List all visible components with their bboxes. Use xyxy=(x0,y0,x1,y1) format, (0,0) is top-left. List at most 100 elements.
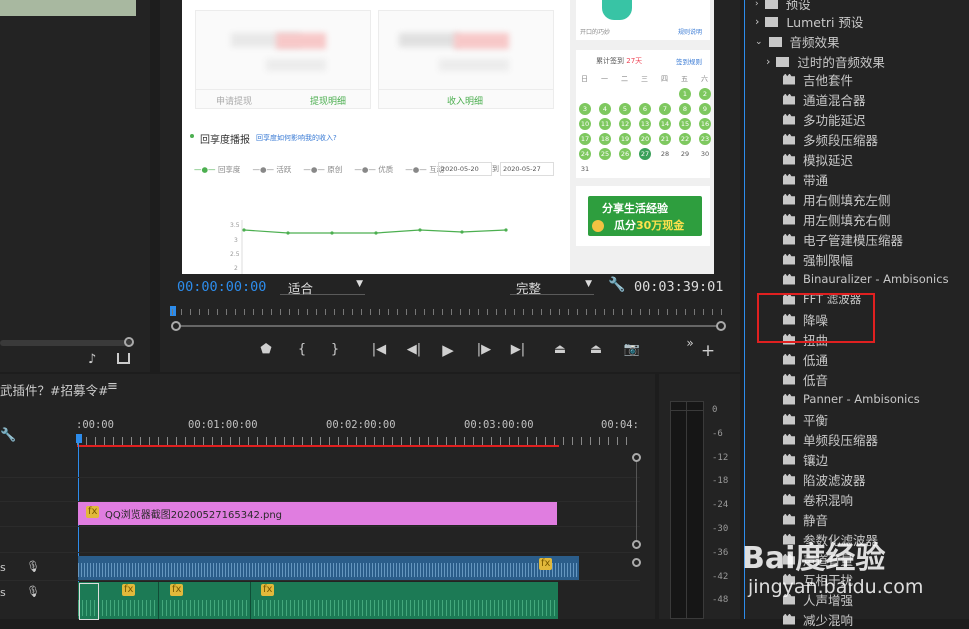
effect-item[interactable]: 陷波滤波器 xyxy=(760,469,866,489)
sequence-tab[interactable]: 武插件？#招募令# xyxy=(0,380,108,399)
play-button[interactable]: ▶ xyxy=(439,341,457,359)
effect-item[interactable]: 减少混响 xyxy=(760,609,853,629)
withdraw-detail-link[interactable]: 提现明细 xyxy=(310,94,346,107)
calendar-day[interactable]: 16 xyxy=(699,118,711,130)
calendar-day[interactable]: 26 xyxy=(619,148,631,160)
calendar-day[interactable]: 11 xyxy=(599,118,611,130)
timeline-playhead[interactable] xyxy=(76,434,82,443)
mark-in-button[interactable]: { xyxy=(293,341,311,359)
folder-audio-effects[interactable]: ⌄ 音频效果 xyxy=(755,32,840,51)
camera-icon[interactable]: 📷 xyxy=(623,341,641,359)
calendar-day[interactable]: 4 xyxy=(599,103,611,115)
effect-item[interactable]: 卷积混响 xyxy=(760,489,853,509)
calendar-day[interactable]: 3 xyxy=(579,103,591,115)
calendar-day[interactable]: 14 xyxy=(659,118,671,130)
add-button[interactable]: + xyxy=(699,342,717,360)
source-scrollbar[interactable] xyxy=(0,340,132,346)
audio-clip-1[interactable]: fx xyxy=(78,556,579,580)
income-detail-link[interactable]: 收入明细 xyxy=(447,94,483,107)
calendar-day[interactable]: 20 xyxy=(639,133,651,145)
calendar-day[interactable]: 2 xyxy=(699,88,711,100)
effect-item[interactable]: 镶边 xyxy=(760,449,828,469)
calendar-day[interactable]: 6 xyxy=(639,103,651,115)
microphone-icon[interactable]: 🎙 xyxy=(26,585,40,598)
effect-item[interactable]: 用左侧填充右侧 xyxy=(760,209,891,229)
section-help-link[interactable]: 回享度如何影响我的收入? xyxy=(256,133,337,143)
folder-lumetri[interactable]: › Lumetri 预设 xyxy=(755,12,863,31)
effect-item[interactable]: 多频段压缩器 xyxy=(760,129,878,149)
lift-button[interactable]: ⏏ xyxy=(551,341,569,359)
wrench-icon[interactable]: 🔧 xyxy=(608,277,625,293)
wrench-icon[interactable]: 🔧 xyxy=(0,428,16,443)
vertical-scroll-handle[interactable] xyxy=(632,540,641,549)
date-to-input[interactable]: 2020-05-27 xyxy=(500,162,554,176)
calendar-day[interactable]: 12 xyxy=(619,118,631,130)
calendar-day[interactable]: 30 xyxy=(699,148,711,160)
go-to-in-button[interactable]: |◀ xyxy=(370,341,388,359)
calendar-day[interactable]: 7 xyxy=(659,103,671,115)
go-to-out-button[interactable]: ▶| xyxy=(509,341,527,359)
panel-menu-icon[interactable]: ≡ xyxy=(107,379,118,394)
calendar-day[interactable]: 23 xyxy=(699,133,711,145)
calendar-day[interactable]: 19 xyxy=(619,133,631,145)
work-area-bar[interactable] xyxy=(77,445,559,447)
apply-withdraw-link[interactable]: 申请提现 xyxy=(216,94,252,107)
effect-item[interactable]: 平衡 xyxy=(760,409,828,429)
effect-item[interactable]: 带通 xyxy=(760,169,828,189)
effect-item[interactable]: 多功能延迟 xyxy=(760,109,866,129)
ad-banner[interactable]: 分享生活经验 瓜分30万现金 xyxy=(576,186,710,246)
effect-item[interactable]: 通道混合器 xyxy=(760,89,866,109)
effect-item[interactable]: Panner - Ambisonics xyxy=(760,389,920,409)
step-forward-button[interactable]: |▶ xyxy=(475,341,493,359)
audio-note-icon[interactable]: ♪ xyxy=(88,352,96,367)
mark-out-button[interactable]: } xyxy=(326,341,344,359)
quality-dropdown[interactable]: 完整 ▼ xyxy=(510,278,594,296)
signin-rule-link[interactable]: 签到规则 xyxy=(676,56,702,66)
effect-item[interactable]: 强制限幅 xyxy=(760,249,853,269)
vertical-scroll-handle[interactable] xyxy=(632,558,641,567)
calendar-day[interactable]: 25 xyxy=(599,148,611,160)
current-timecode[interactable]: 00:00:00:00 xyxy=(177,279,266,295)
time-ruler[interactable] xyxy=(172,309,725,315)
timeline-ruler[interactable] xyxy=(77,437,632,445)
calendar-day[interactable]: 24 xyxy=(579,148,591,160)
zoom-handle-right[interactable] xyxy=(716,321,726,331)
calendar-day[interactable]: 15 xyxy=(679,118,691,130)
calendar-day[interactable]: 27 xyxy=(639,148,651,160)
extract-button[interactable]: ⏏ xyxy=(587,341,605,359)
date-from-input[interactable]: 2020-05-20 xyxy=(438,162,492,176)
top-right-small[interactable]: 规则说明 xyxy=(678,27,702,36)
image-clip[interactable]: fx QQ浏览器截图20200527165342.png xyxy=(78,502,557,525)
effect-item[interactable]: Binauralizer - Ambisonics xyxy=(760,269,949,289)
audio-clip-2[interactable]: fx fx fx xyxy=(78,582,558,620)
calendar-day[interactable]: 18 xyxy=(599,133,611,145)
calendar-day[interactable]: 29 xyxy=(679,148,691,160)
zoom-handle-left[interactable] xyxy=(171,321,181,331)
calendar-day[interactable]: 22 xyxy=(679,133,691,145)
calendar-day[interactable]: 8 xyxy=(679,103,691,115)
add-marker-button[interactable]: ⬟ xyxy=(257,341,275,359)
effect-item[interactable]: 用右侧填充左侧 xyxy=(760,189,891,209)
effect-item[interactable]: 吉他套件 xyxy=(760,69,853,89)
calendar-day[interactable]: 13 xyxy=(639,118,651,130)
calendar-day[interactable]: 21 xyxy=(659,133,671,145)
effect-item[interactable]: 单频段压缩器 xyxy=(760,429,878,449)
calendar-day[interactable]: 1 xyxy=(679,88,691,100)
more-controls-button[interactable]: » xyxy=(681,334,699,352)
step-back-button[interactable]: ◀| xyxy=(405,341,423,359)
effect-item[interactable]: 电子管建模压缩器 xyxy=(760,229,903,249)
calendar-day[interactable]: 5 xyxy=(619,103,631,115)
vertical-scroll-handle[interactable] xyxy=(632,453,641,462)
calendar-day[interactable]: 10 xyxy=(579,118,591,130)
microphone-icon[interactable]: 🎙 xyxy=(26,560,40,573)
calendar-day[interactable]: 28 xyxy=(659,148,671,160)
effect-item[interactable]: 低通 xyxy=(760,349,828,369)
calendar-day[interactable]: 9 xyxy=(699,103,711,115)
effect-item[interactable]: 静音 xyxy=(760,509,828,529)
effect-item[interactable]: 模拟延迟 xyxy=(760,149,853,169)
effect-item[interactable]: 低音 xyxy=(760,369,828,389)
fit-dropdown[interactable]: 适合 ▼ xyxy=(280,278,365,296)
export-frame-icon[interactable] xyxy=(117,353,130,364)
zoom-scrollbar[interactable] xyxy=(174,325,724,327)
scroll-handle[interactable] xyxy=(124,337,134,347)
